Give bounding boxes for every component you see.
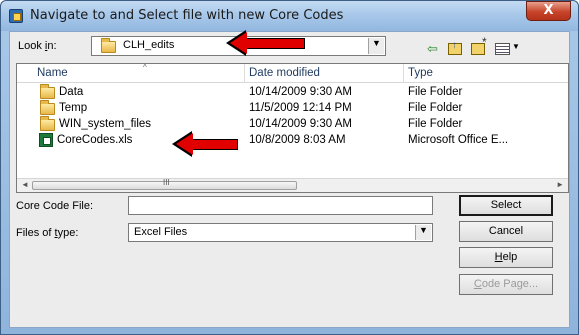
list-item[interactable]: Data 10/14/2009 9:30 AM File Folder bbox=[17, 84, 568, 100]
scroll-right-icon[interactable]: ► bbox=[556, 180, 564, 189]
code-page-button[interactable]: Code Page... bbox=[459, 274, 553, 295]
look-in-label: Look in: bbox=[18, 40, 57, 52]
file-name: Temp bbox=[59, 102, 88, 114]
file-list[interactable]: Name ^ Date modified Type Data 10/14/200… bbox=[16, 63, 569, 193]
column-divider[interactable] bbox=[244, 64, 245, 83]
column-header-name[interactable]: Name bbox=[37, 67, 68, 79]
column-header-date-modified[interactable]: Date modified bbox=[249, 67, 320, 79]
files-of-type-value: Excel Files bbox=[134, 226, 188, 238]
folder-icon bbox=[40, 100, 55, 115]
file-type: File Folder bbox=[408, 118, 463, 130]
scroll-grip: III bbox=[163, 178, 170, 187]
list-item[interactable]: WIN_system_files 10/14/2009 9:30 AM File… bbox=[17, 116, 568, 132]
scrollbar-thumb[interactable]: III bbox=[32, 178, 297, 190]
back-icon[interactable]: ⇦ bbox=[427, 41, 438, 57]
view-menu-icon[interactable] bbox=[495, 43, 510, 55]
look-in-value: CLH_edits bbox=[123, 39, 175, 51]
dialog-window: Navigate to and Select file with new Cor… bbox=[0, 0, 579, 335]
list-item[interactable]: Temp 11/5/2009 12:14 PM File Folder bbox=[17, 100, 568, 116]
chevron-down-icon[interactable]: ▼ bbox=[415, 225, 431, 240]
select-button[interactable]: Select bbox=[459, 195, 553, 216]
horizontal-scrollbar[interactable]: ◄ III ► bbox=[17, 178, 568, 192]
core-code-file-label: Core Code File: bbox=[16, 200, 94, 212]
folder-icon bbox=[40, 116, 55, 131]
file-date: 10/8/2009 8:03 AM bbox=[249, 134, 346, 146]
file-name: Data bbox=[59, 86, 84, 98]
new-folder-icon[interactable] bbox=[471, 35, 487, 55]
file-name: WIN_system_files bbox=[59, 118, 152, 130]
dialog-title: Navigate to and Select file with new Cor… bbox=[30, 8, 344, 23]
column-divider[interactable] bbox=[403, 64, 404, 83]
app-icon bbox=[9, 9, 23, 23]
folder-icon bbox=[101, 38, 116, 53]
file-type: Microsoft Office E... bbox=[408, 134, 509, 146]
file-type: File Folder bbox=[408, 86, 463, 98]
file-date: 11/5/2009 12:14 PM bbox=[249, 102, 352, 114]
up-folder-icon[interactable] bbox=[448, 40, 462, 55]
folder-icon bbox=[40, 84, 55, 99]
list-item[interactable]: CoreCodes.xls 10/8/2009 8:03 AM Microsof… bbox=[17, 133, 568, 148]
chevron-down-icon[interactable]: ▼ bbox=[368, 38, 384, 54]
excel-file-icon bbox=[39, 133, 53, 147]
file-date: 10/14/2009 9:30 AM bbox=[249, 86, 352, 98]
scroll-left-icon[interactable]: ◄ bbox=[21, 180, 29, 189]
file-date: 10/14/2009 9:30 AM bbox=[249, 118, 352, 130]
files-of-type-dropdown[interactable]: Excel Files ▼ bbox=[128, 223, 433, 242]
file-type: File Folder bbox=[408, 102, 463, 114]
view-menu-chevron-icon[interactable]: ▼ bbox=[512, 42, 520, 51]
title-bar[interactable]: Navigate to and Select file with new Cor… bbox=[1, 1, 578, 31]
column-header-type[interactable]: Type bbox=[408, 67, 433, 79]
help-button[interactable]: Help bbox=[459, 247, 553, 268]
file-name: CoreCodes.xls bbox=[57, 134, 133, 146]
dialog-body: Look in: CLH_edits ▼ ⇦ ▼ Name ^ Date mod… bbox=[9, 31, 570, 328]
close-button[interactable]: X bbox=[526, 1, 571, 21]
files-of-type-label: Files of type: bbox=[16, 227, 79, 239]
sort-caret-icon: ^ bbox=[143, 63, 147, 72]
core-code-file-input[interactable] bbox=[128, 196, 433, 215]
cancel-button[interactable]: Cancel bbox=[459, 221, 553, 242]
file-list-header: Name ^ Date modified Type bbox=[17, 64, 568, 83]
